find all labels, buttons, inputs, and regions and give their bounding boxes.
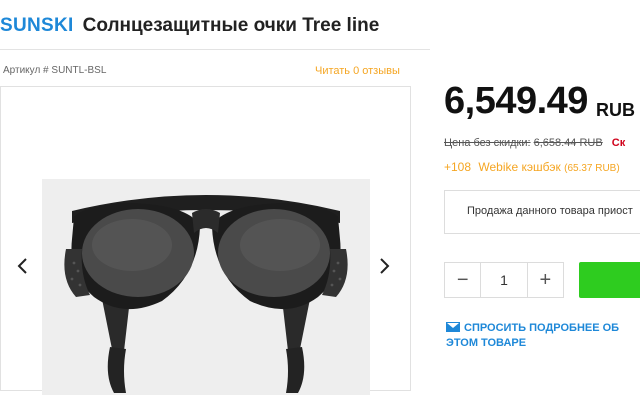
gallery-next-button[interactable]	[379, 257, 391, 279]
sunglasses-illustration	[42, 179, 370, 395]
chevron-right-icon	[380, 258, 390, 274]
chevron-left-icon	[17, 258, 27, 274]
quantity-decrease-button[interactable]: −	[445, 263, 480, 297]
cashback-amount: (65.37 RUB)	[564, 163, 620, 174]
product-header: SUNSKI Солнцезащитные очки Tree line	[0, 12, 379, 40]
quantity-increase-button[interactable]: +	[528, 263, 563, 297]
old-price-label: Цена без скидки:	[444, 137, 531, 149]
quantity-input[interactable]: 1	[480, 263, 528, 297]
old-price-value: 6,658.44 RUB	[533, 137, 603, 149]
discount-label: Ск	[611, 137, 626, 149]
price-currency: RUB	[596, 100, 635, 120]
header-divider	[0, 49, 430, 50]
add-to-cart-button[interactable]	[579, 262, 640, 298]
product-image	[42, 179, 370, 395]
current-price: 6,549.49	[444, 80, 588, 122]
cashback-row: +108 Webike кэшбэк (65.37 RUB)	[444, 160, 620, 174]
product-title: Солнцезащитные очки Tree line	[82, 15, 380, 36]
cashback-points: +108	[444, 160, 472, 174]
old-price-row: Цена без скидки: 6,658.44 RUB Ск	[444, 137, 625, 149]
gallery-prev-button[interactable]	[16, 257, 28, 279]
quantity-stepper: − 1 +	[444, 262, 564, 298]
cashback-text: Webike кэшбэк	[478, 160, 561, 174]
ask-about-product-label: СПРОСИТЬ ПОДРОБНЕЕ ОБ ЭТОМ ТОВАРЕ	[446, 322, 620, 349]
brand-link[interactable]: SUNSKI	[0, 15, 74, 37]
envelope-icon	[446, 322, 460, 332]
ask-about-product-link[interactable]: СПРОСИТЬ ПОДРОБНЕЕ ОБ ЭТОМ ТОВАРЕ	[446, 321, 636, 351]
availability-notice: Продажа данного товара приост	[444, 190, 640, 234]
read-reviews-link[interactable]: Читать 0 отзывы	[315, 65, 400, 77]
sku-label: Артикул # SUNTL-BSL	[3, 65, 107, 76]
product-gallery	[0, 86, 411, 395]
